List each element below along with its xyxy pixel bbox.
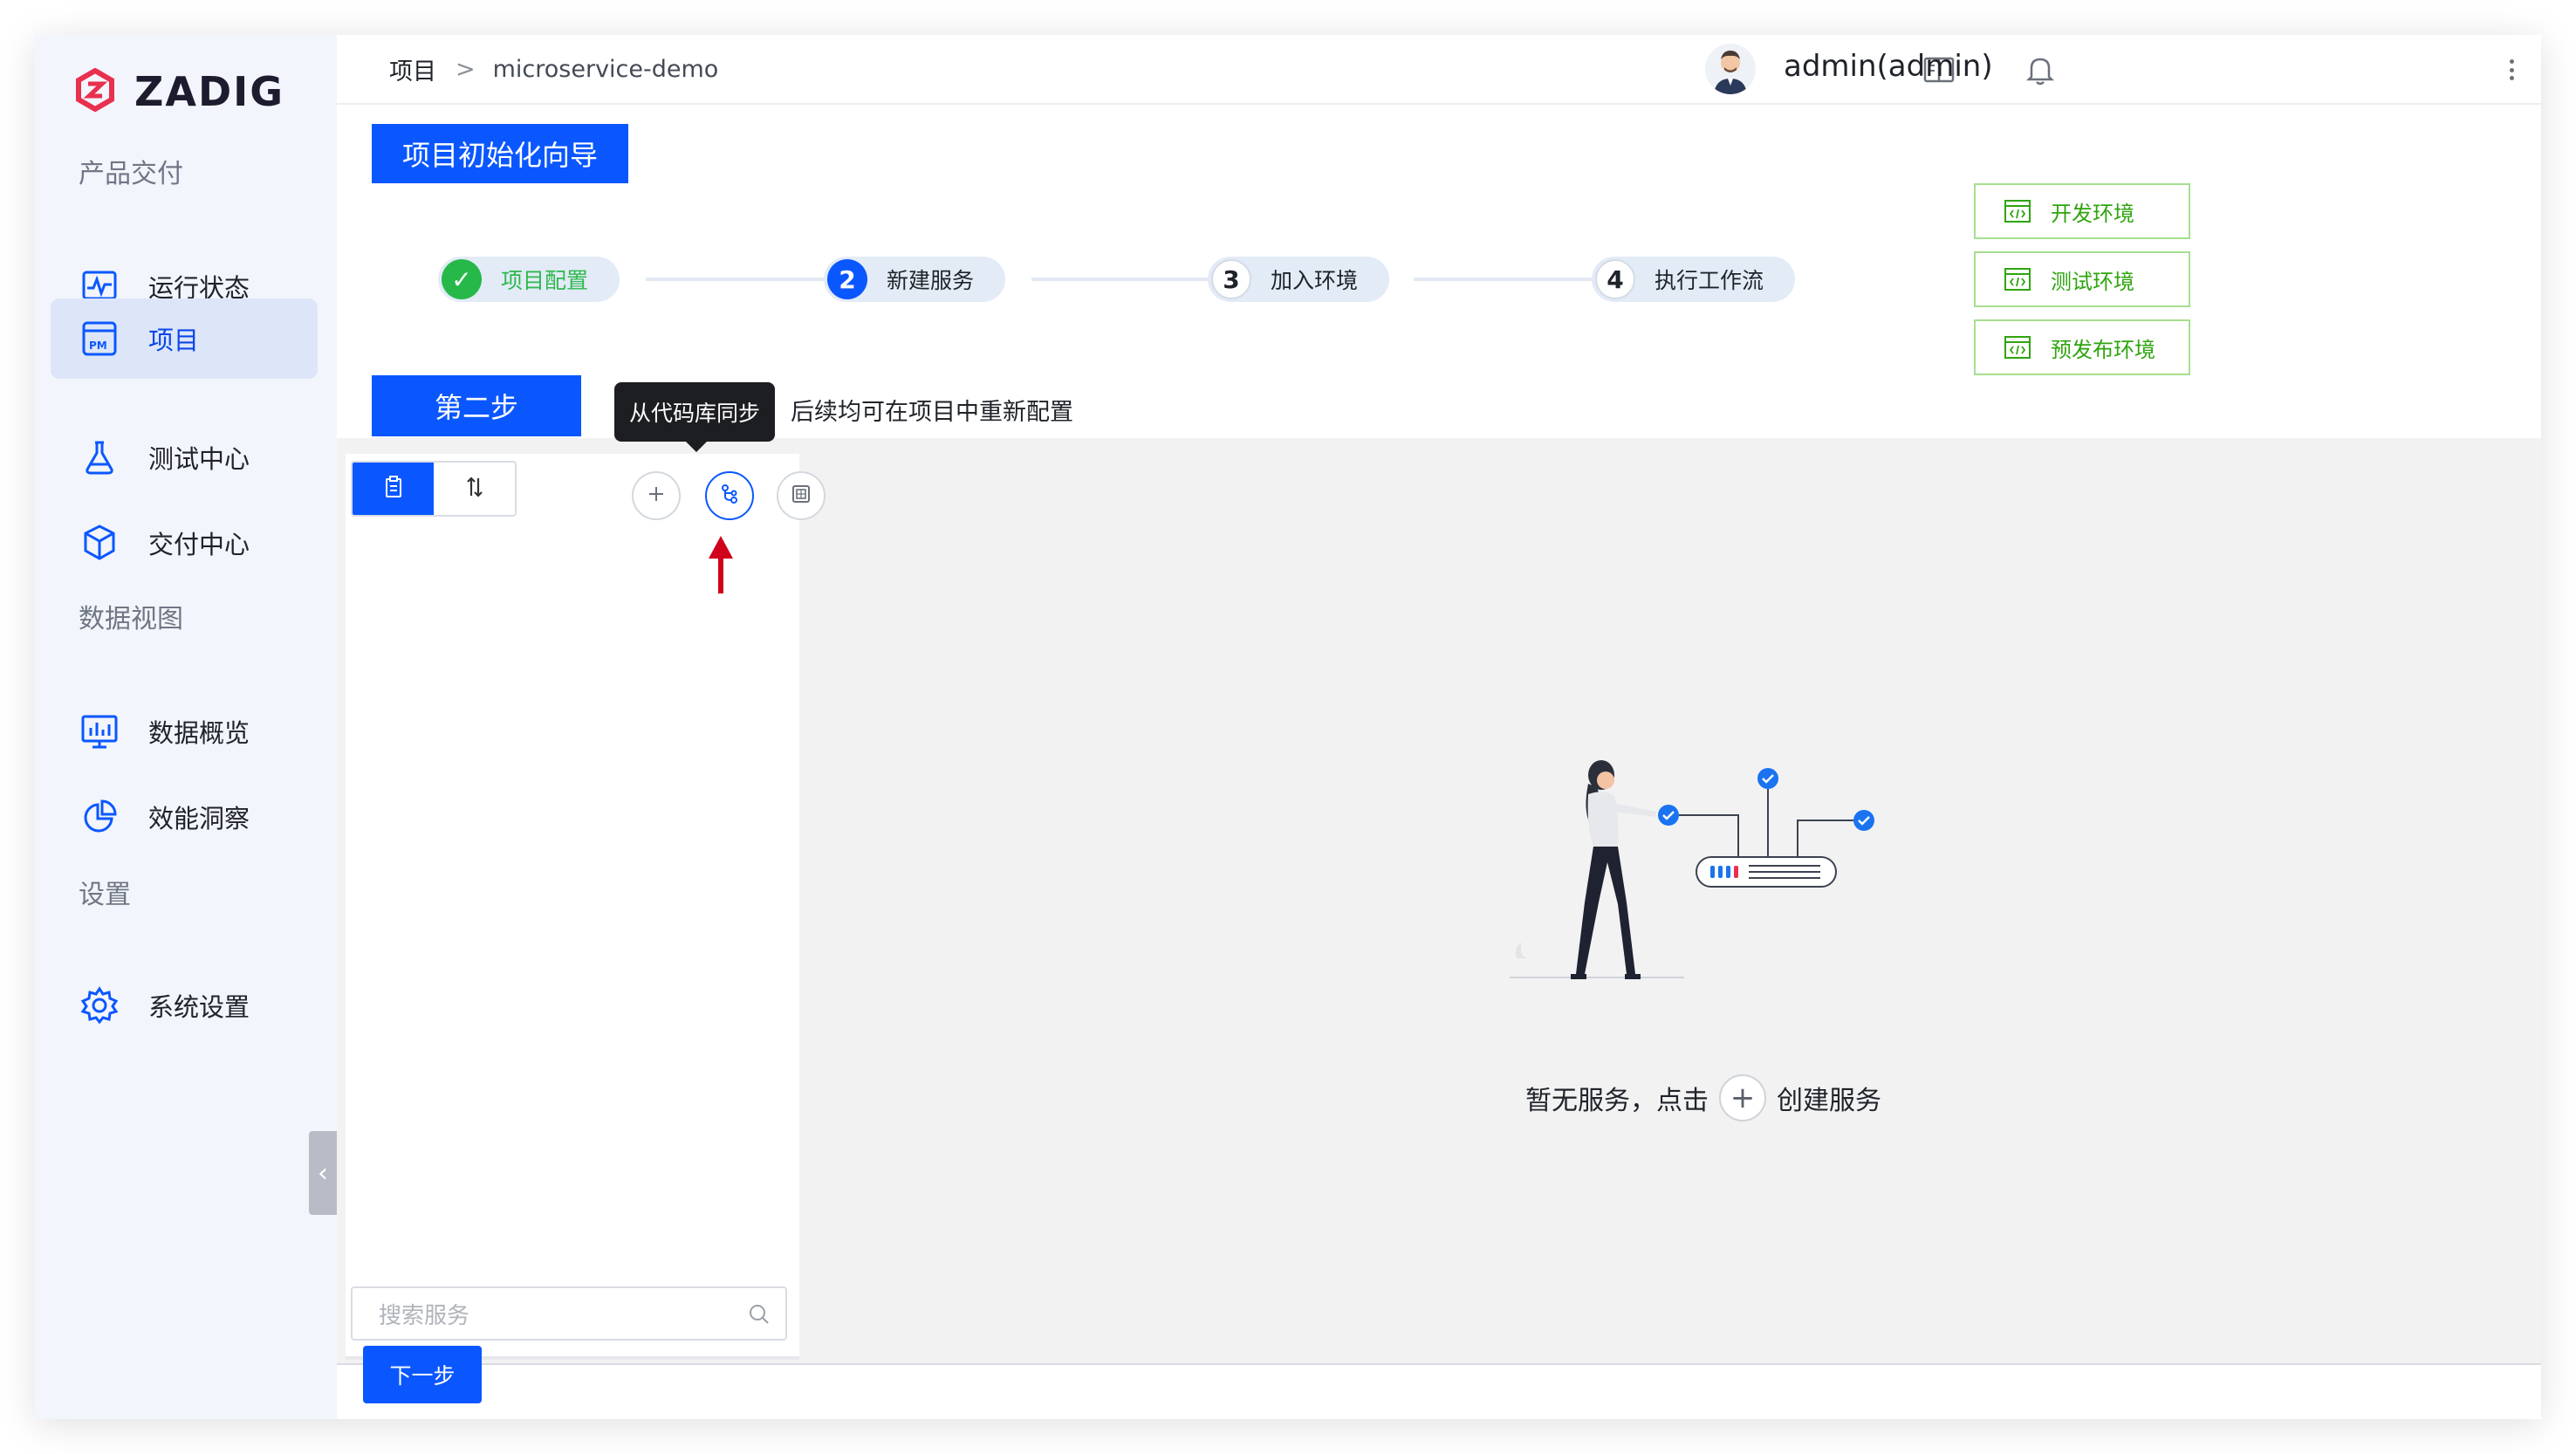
app-window: ZADIG 产品交付 运行状态 PM 项目 测试中心 交付中心 数据视图 数据概… xyxy=(35,35,2541,1419)
step-number: 2 xyxy=(827,259,867,299)
template-service-button[interactable] xyxy=(777,471,826,520)
breadcrumb-separator: > xyxy=(456,55,476,83)
env-test-button[interactable]: 测试环境 xyxy=(1974,251,2190,307)
zadig-logo-icon xyxy=(73,67,117,115)
section-title-delivery: 产品交付 xyxy=(79,159,183,189)
section-title-data-view: 数据视图 xyxy=(79,604,183,634)
step-label: 加入环境 xyxy=(1271,268,1359,293)
username[interactable]: admin(admin) xyxy=(1784,49,1993,84)
step-label: 新建服务 xyxy=(887,268,975,293)
sidebar-item-label: 交付中心 xyxy=(148,530,250,559)
code-window-icon xyxy=(2004,267,2031,291)
code-window-icon xyxy=(2004,335,2031,360)
bell-icon[interactable] xyxy=(2023,52,2058,87)
sidebar-item-test-center[interactable]: 测试中心 xyxy=(51,417,318,497)
gear-icon xyxy=(80,986,119,1025)
more-vertical-icon[interactable] xyxy=(2503,52,2520,87)
wizard-title: 项目初始化向导 xyxy=(372,124,628,183)
search-service-input[interactable]: 搜索服务 xyxy=(351,1286,787,1341)
sidebar-item-efficiency-insight[interactable]: 效能洞察 xyxy=(51,777,318,857)
env-staging-button[interactable]: 预发布环境 xyxy=(1974,319,2190,375)
view-toggle xyxy=(351,461,517,517)
empty-add-service-button[interactable]: + xyxy=(1719,1074,1766,1121)
footer-bar xyxy=(337,1363,2541,1419)
check-icon: ✓ xyxy=(442,259,482,299)
step-label: 项目配置 xyxy=(501,268,589,293)
sidebar-item-label: 测试中心 xyxy=(148,444,250,474)
svg-text:PM: PM xyxy=(89,339,107,352)
search-placeholder: 搜索服务 xyxy=(379,1302,470,1329)
sync-from-repo-button[interactable] xyxy=(705,471,754,520)
pie-chart-icon xyxy=(80,798,119,836)
section-title-settings: 设置 xyxy=(79,880,131,910)
sidebar-collapse-button[interactable]: ‹ xyxy=(309,1131,337,1215)
sort-icon xyxy=(462,475,487,503)
env-label: 测试环境 xyxy=(2051,269,2134,294)
step-run-workflow: 4 执行工作流 xyxy=(1592,257,1796,302)
sidebar-item-project[interactable]: PM 项目 xyxy=(51,298,318,379)
top-header: 项目 > microservice-demo admin(admin) xyxy=(337,35,2541,105)
template-icon xyxy=(788,481,814,511)
clipboard-icon xyxy=(381,475,406,503)
step-join-env: 3 加入环境 xyxy=(1208,257,1390,302)
step-number: 3 xyxy=(1211,259,1251,299)
sidebar-item-label: 数据概览 xyxy=(148,718,250,748)
step-label: 执行工作流 xyxy=(1655,268,1764,293)
empty-state-illustration xyxy=(1510,760,1874,979)
list-view-button[interactable] xyxy=(353,463,434,515)
dashboard-chart-icon xyxy=(80,712,119,751)
logo-text: ZADIG xyxy=(134,68,285,115)
next-step-button[interactable]: 下一步 xyxy=(363,1346,482,1403)
arrow-up-icon xyxy=(709,536,733,593)
hint-text: 后续均可在项目中重新配置 xyxy=(791,399,1073,426)
plus-icon xyxy=(643,481,669,511)
sidebar-item-delivery-center[interactable]: 交付中心 xyxy=(51,503,318,583)
avatar[interactable] xyxy=(1705,44,1756,94)
code-window-icon xyxy=(2004,199,2031,223)
step-number: 4 xyxy=(1595,259,1635,299)
sidebar-item-label: 项目 xyxy=(148,326,200,355)
sidebar-item-system-settings[interactable]: 系统设置 xyxy=(51,965,318,1046)
project-pm-icon: PM xyxy=(80,319,119,358)
env-dev-button[interactable]: 开发环境 xyxy=(1974,183,2190,239)
empty-text-before: 暂无服务，点击 xyxy=(1525,1086,1709,1116)
sidebar: ZADIG 产品交付 运行状态 PM 项目 测试中心 交付中心 数据视图 数据概… xyxy=(35,35,337,1419)
step-new-service: 2 新建服务 xyxy=(824,257,1006,302)
package-icon xyxy=(80,524,119,562)
add-service-button[interactable] xyxy=(632,471,681,520)
step-project-config: ✓ 项目配置 xyxy=(438,257,620,302)
chevron-left-icon: ‹ xyxy=(318,1157,328,1189)
sync-tooltip: 从代码库同步 xyxy=(614,382,775,452)
logo[interactable]: ZADIG xyxy=(73,61,284,122)
current-step-label: 第二步 xyxy=(372,375,581,436)
env-label: 开发环境 xyxy=(2051,201,2134,226)
breadcrumb-current: microservice-demo xyxy=(492,55,719,83)
sort-view-button[interactable] xyxy=(434,463,515,515)
sidebar-item-label: 效能洞察 xyxy=(148,804,250,833)
git-branch-icon xyxy=(716,481,743,511)
search-icon xyxy=(750,1305,769,1324)
empty-text-after: 创建服务 xyxy=(1777,1086,1881,1116)
sidebar-item-data-overview[interactable]: 数据概览 xyxy=(51,691,318,772)
sidebar-item-label: 系统设置 xyxy=(148,992,250,1022)
breadcrumb-root[interactable]: 项目 xyxy=(389,52,436,86)
service-list-panel: 搜索服务 xyxy=(346,454,826,1360)
flask-icon xyxy=(80,438,119,477)
empty-state-text: 暂无服务，点击 + 创建服务 xyxy=(1525,1072,1881,1124)
env-label: 预发布环境 xyxy=(2051,337,2155,362)
